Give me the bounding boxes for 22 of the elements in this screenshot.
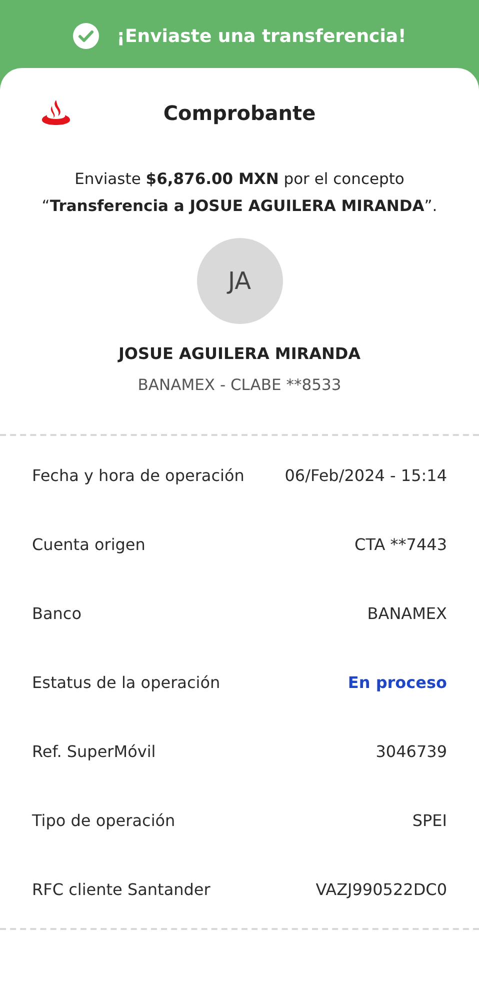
transfer-message: Enviaste $6,876.00 MXN por el concepto “Transferencia a JOSUE AGUILERA MIRANDA”.: [40, 169, 438, 217]
recipient-name: JOSUE AGUILERA MIRANDA: [116, 344, 362, 363]
check-circle-icon: [72, 23, 99, 49]
detail-label: RFC cliente Santander: [32, 880, 210, 899]
flame-logo-icon: [41, 98, 71, 126]
detail-value: BANAMEX: [367, 604, 447, 623]
detail-label: Estatus de la operación: [32, 673, 220, 692]
initials-avatar: JA: [196, 238, 282, 324]
detail-value: CTA **7443: [354, 535, 447, 554]
status-value: En proceso: [348, 673, 447, 692]
detail-value: 3046739: [376, 742, 447, 761]
recipient-account: BANAMEX - CLABE **8533: [136, 376, 342, 394]
receipt-title: Comprobante: [163, 101, 316, 125]
detail-label: Ref. SuperMóvil: [32, 742, 156, 761]
detail-value: 06/Feb/2024 - 15:14: [284, 466, 447, 485]
detail-value: SPEI: [412, 811, 447, 830]
detail-label: Tipo de operación: [32, 811, 176, 830]
detail-label: Banco: [32, 604, 82, 623]
detail-value: VAZJ990522DC0: [316, 880, 447, 899]
banner-title: ¡Enviaste una transferencia!: [116, 26, 406, 46]
detail-label: Cuenta origen: [32, 535, 146, 554]
detail-label: Fecha y hora de operación: [32, 466, 244, 485]
